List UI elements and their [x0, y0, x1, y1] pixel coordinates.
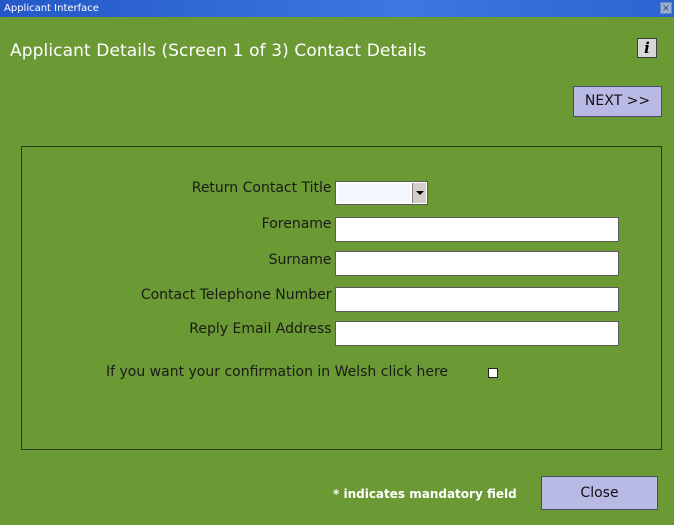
- phone-input[interactable]: [335, 287, 619, 312]
- welsh-label: If you want your confirmation in Welsh c…: [106, 364, 449, 380]
- dropdown-arrow-icon[interactable]: [412, 183, 426, 203]
- title-select[interactable]: [335, 181, 428, 205]
- surname-input[interactable]: [335, 251, 619, 276]
- title-select-value: [338, 184, 410, 202]
- welsh-checkbox[interactable]: [488, 368, 498, 378]
- window-title: Applicant Interface: [4, 3, 99, 14]
- email-label: Reply Email Address *: [189, 321, 343, 337]
- close-button[interactable]: Close: [541, 476, 658, 510]
- title-label: Return Contact Title *: [191, 180, 343, 196]
- info-icon[interactable]: i: [637, 38, 657, 58]
- next-button[interactable]: NEXT >>: [573, 86, 662, 117]
- window-titlebar: Applicant Interface ×: [0, 0, 674, 17]
- phone-label: Contact Telephone Number *: [140, 287, 343, 303]
- forename-label: Forename *: [261, 216, 343, 232]
- surname-label: Surname *: [268, 252, 343, 268]
- mandatory-note: * indicates mandatory field: [333, 487, 517, 501]
- forename-input[interactable]: [335, 217, 619, 242]
- email-input[interactable]: [335, 321, 619, 346]
- window-close-icon[interactable]: ×: [660, 2, 672, 14]
- page-title: Applicant Details (Screen 1 of 3) Contac…: [10, 41, 427, 61]
